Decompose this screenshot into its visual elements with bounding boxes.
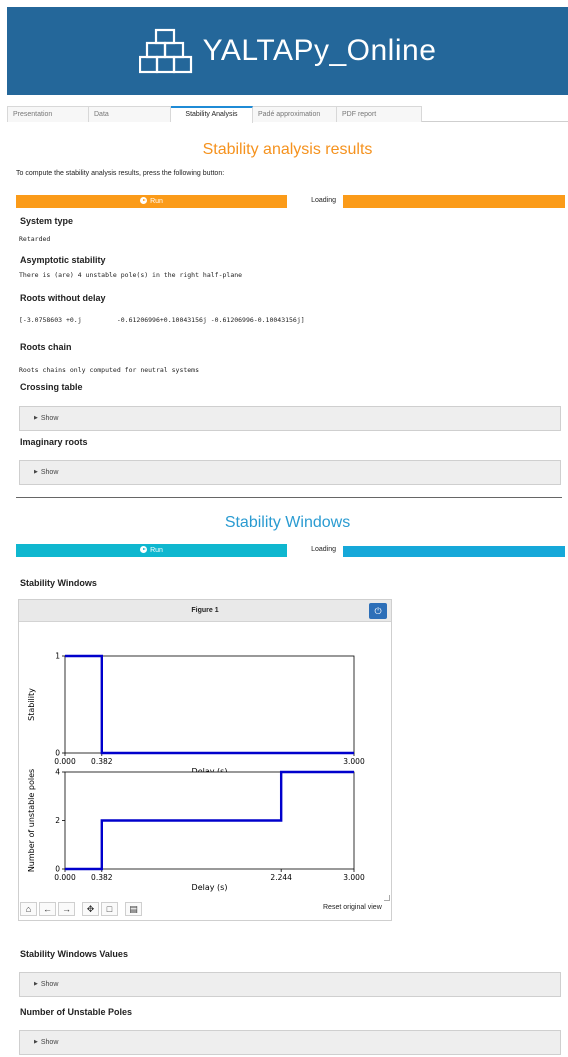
stability-windows-chart[interactable]: 0.000 0.382 3.000 0 1 Delay (s) Stability 0.00… xyxy=(18,622,392,900)
reset-original-view-label: Reset original view xyxy=(323,904,382,911)
play-circle-icon xyxy=(140,197,148,204)
y-axis-label: Number of unstable poles xyxy=(27,769,36,872)
caret-right-icon: ▶ xyxy=(34,415,38,421)
show-label: Show xyxy=(40,981,59,988)
show-label: Show xyxy=(40,415,59,422)
y-tick-label: 2 xyxy=(55,816,60,825)
x-axis-label: Delay (s) xyxy=(192,883,228,892)
home-icon[interactable]: ⌂ xyxy=(20,902,37,916)
x-tick-label: 0.000 xyxy=(54,757,76,766)
y-tick-label: 0 xyxy=(55,865,60,874)
system-type-heading: System type xyxy=(20,216,74,226)
figure-title: Figure 1 xyxy=(191,607,219,614)
unstable-poles-subplot: 0.000 0.382 2.244 3.000 0 2 4 Delay (s) Number o… xyxy=(27,768,365,893)
section-divider xyxy=(16,497,562,498)
power-button[interactable]: ⏻ xyxy=(369,603,387,619)
run-label: Run xyxy=(150,547,163,554)
figure-toolbar: ⌂ ← → ✥ □ ▤ xyxy=(20,902,144,916)
unstable-poles-heading: Number of Unstable Poles xyxy=(20,1007,133,1017)
tab-pade-approximation[interactable]: Padé approximation xyxy=(253,106,337,122)
caret-right-icon: ▶ xyxy=(34,981,38,987)
zoom-rect-icon[interactable]: □ xyxy=(101,902,118,916)
x-tick-label: 3.000 xyxy=(343,757,365,766)
plot-frame xyxy=(64,655,355,754)
app-banner: YALTAPy_Online xyxy=(7,7,568,95)
save-icon[interactable]: ▤ xyxy=(125,902,142,916)
unstable-poles-show-toggle[interactable]: ▶ Show xyxy=(19,1030,561,1055)
crossing-table-heading: Crossing table xyxy=(20,382,83,392)
asymptotic-stability-value: There is (are) 4 unstable pole(s) in the… xyxy=(19,271,243,279)
y-tick-label: 1 xyxy=(55,652,60,661)
tab-presentation[interactable]: Presentation xyxy=(7,106,89,122)
forward-arrow-icon[interactable]: → xyxy=(58,902,75,916)
stability-results-title: Stability analysis results xyxy=(202,141,373,158)
x-tick-label: 0.382 xyxy=(91,757,113,766)
roots-without-delay-heading: Roots without delay xyxy=(20,293,106,303)
run-stability-button[interactable]: Run xyxy=(16,195,287,208)
stability-windows-values-heading: Stability Windows Values xyxy=(20,949,128,959)
stability-windows-subheading: Stability Windows xyxy=(20,578,97,588)
x-tick-label: 3.000 xyxy=(343,873,365,882)
app-title: YALTAPy_Online xyxy=(202,34,437,67)
loading-label: Loading xyxy=(311,546,336,553)
tab-bar: Presentation Data Stability Analysis Pad… xyxy=(7,106,568,123)
x-tick-label: 0.000 xyxy=(54,873,76,882)
y-tick-label: 0 xyxy=(55,749,60,758)
roots-chain-heading: Roots chain xyxy=(20,342,72,352)
x-tick-label: 0.382 xyxy=(91,873,113,882)
figure-header: Figure 1 xyxy=(19,600,391,622)
tab-data[interactable]: Data xyxy=(89,106,171,122)
run-windows-button[interactable]: Run xyxy=(16,544,287,557)
play-circle-icon xyxy=(140,546,148,553)
tab-stability-analysis[interactable]: Stability Analysis xyxy=(171,106,253,123)
show-label: Show xyxy=(40,469,59,476)
x-tick-label: 2.244 xyxy=(270,873,292,882)
back-arrow-icon[interactable]: ← xyxy=(39,902,56,916)
caret-right-icon: ▶ xyxy=(34,469,38,475)
asymptotic-stability-heading: Asymptotic stability xyxy=(20,255,106,265)
stacked-boxes-logo-icon xyxy=(138,28,192,74)
stability-subplot: 0.000 0.382 3.00001Delay (s)Stability xyxy=(27,652,365,777)
show-label: Show xyxy=(40,1039,59,1046)
caret-right-icon: ▶ xyxy=(34,1039,38,1045)
tab-pdf-report[interactable]: PDF report xyxy=(337,106,422,122)
resize-grip-icon[interactable] xyxy=(384,895,390,901)
roots-without-delay-value: [-3.0758603 +0.j -0.61206996+0.10043156j… xyxy=(19,316,305,324)
pan-icon[interactable]: ✥ xyxy=(82,902,99,916)
intro-text: To compute the stability analysis result… xyxy=(16,170,225,177)
system-type-value: Retarded xyxy=(19,235,51,243)
imaginary-roots-show-toggle[interactable]: ▶ Show xyxy=(19,460,561,485)
power-icon: ⏻ xyxy=(374,606,382,616)
loading-progress-bar xyxy=(343,195,565,208)
crossing-table-show-toggle[interactable]: ▶ Show xyxy=(19,406,561,431)
y-tick-label: 4 xyxy=(55,768,60,777)
roots-chain-value: Roots chains only computed for neutral s… xyxy=(19,366,200,374)
windows-loading-progress-bar xyxy=(343,546,565,557)
stability-windows-title: Stability Windows xyxy=(224,514,351,531)
stability-windows-values-show-toggle[interactable]: ▶ Show xyxy=(19,972,561,997)
loading-label: Loading xyxy=(311,197,336,204)
y-axis-label: Stability xyxy=(27,688,36,721)
run-label: Run xyxy=(150,198,163,205)
imaginary-roots-heading: Imaginary roots xyxy=(20,437,88,447)
